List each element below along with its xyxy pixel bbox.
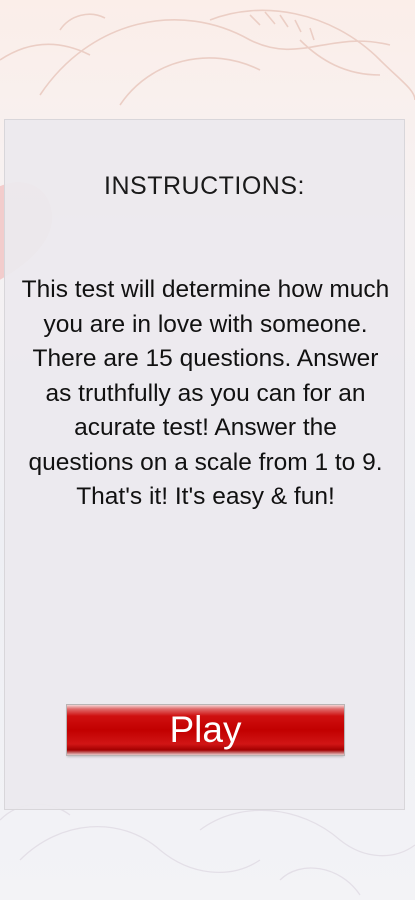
instructions-panel: INSTRUCTIONS: This test will determine h… [4, 119, 405, 810]
play-button[interactable]: Play [67, 705, 344, 755]
instructions-title: INSTRUCTIONS: [104, 172, 305, 200]
instructions-body: This test will determine how much you ar… [21, 276, 390, 510]
